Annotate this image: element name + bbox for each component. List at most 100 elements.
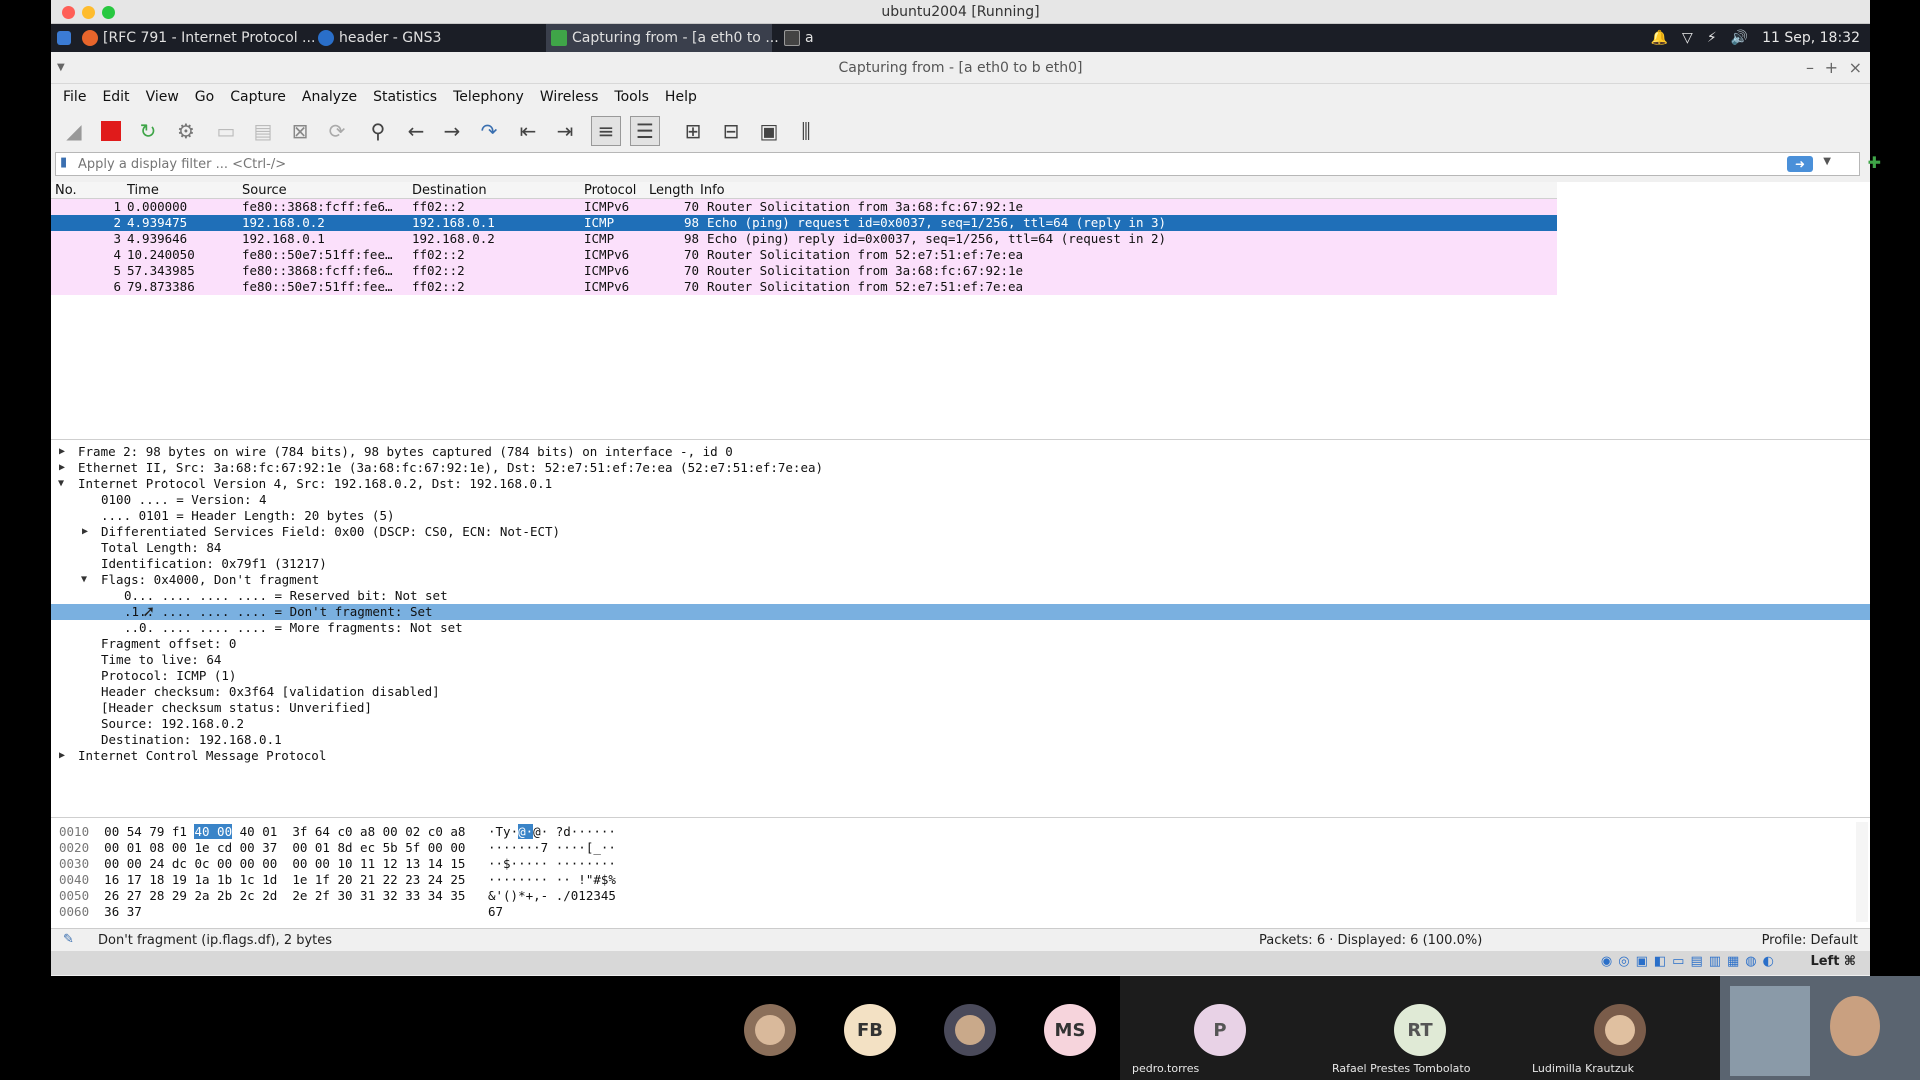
column-info[interactable]: Info	[700, 183, 725, 198]
hex-row[interactable]: 0050 26 27 28 29 2a 2b 2c 2d 2e 2f 30 31…	[59, 888, 616, 904]
zoom-out-icon[interactable]: ⊟	[716, 116, 746, 146]
expand-arrow-icon[interactable]: ▶	[59, 444, 65, 460]
packet-row[interactable]: 5 57.343985 fe80::3868:fcff:fe6… ff02::2…	[51, 263, 1557, 279]
menu-analyze[interactable]: Analyze	[302, 84, 357, 110]
menu-edit[interactable]: Edit	[102, 84, 129, 110]
packet-row[interactable]: 4 10.240050 fe80::50e7:51ff:fee… ff02::2…	[51, 247, 1557, 263]
tree-item[interactable]: Source: 192.168.0.2	[51, 716, 1870, 732]
minimize-button[interactable]: –	[1806, 58, 1814, 77]
start-capture-icon[interactable]: ◢	[59, 116, 89, 146]
last-packet-icon[interactable]: ⇥	[550, 116, 580, 146]
participant-avatar[interactable]	[944, 1004, 996, 1056]
expand-arrow-icon[interactable]: ▶	[82, 524, 88, 540]
participant-video[interactable]	[1720, 976, 1920, 1080]
menu-wireless[interactable]: Wireless	[540, 84, 599, 110]
bytes-scrollbar[interactable]	[1856, 822, 1868, 922]
close-button[interactable]: ×	[1849, 58, 1862, 77]
resize-columns-icon[interactable]: ⫼	[791, 116, 821, 146]
capture-options-icon[interactable]: ⚙	[171, 116, 201, 146]
column-no[interactable]: No.	[55, 183, 77, 198]
colorize-icon[interactable]: ☰	[630, 116, 660, 146]
hex-row[interactable]: 0060 36 37 67	[59, 904, 503, 920]
column-protocol[interactable]: Protocol	[584, 183, 636, 198]
taskbar-item-firefox[interactable]: [RFC 791 - Internet Protocol ...	[77, 24, 315, 52]
expand-arrow-icon[interactable]: ▶	[59, 748, 65, 764]
notification-icon[interactable]: 🔔	[1651, 24, 1668, 52]
menu-statistics[interactable]: Statistics	[373, 84, 437, 110]
collapse-arrow-icon[interactable]: ▼	[81, 572, 87, 588]
column-time[interactable]: Time	[127, 183, 159, 198]
participant-avatar[interactable]: FB	[844, 1004, 896, 1056]
participant-avatar[interactable]: RT	[1394, 1004, 1446, 1056]
vm-device-icons[interactable]: ◉◎▣◧▭▤▥▦◍◐	[1601, 954, 1780, 969]
tree-item[interactable]: ▶ Ethernet II, Src: 3a:68:fc:67:92:1e (3a…	[51, 460, 1870, 476]
save-file-icon[interactable]: ▤	[248, 116, 278, 146]
participant-avatar[interactable]: P	[1194, 1004, 1246, 1056]
taskbar-item-wireshark[interactable]: Capturing from - [a eth0 to ...	[546, 24, 779, 52]
tree-item[interactable]: ▶ Frame 2: 98 bytes on wire (784 bits), 9…	[51, 444, 1870, 460]
packet-row-selected[interactable]: 2 4.939475 192.168.0.2 192.168.0.1 ICMP …	[51, 215, 1557, 231]
participant-avatar[interactable]	[1594, 1004, 1646, 1056]
tree-item[interactable]: .... 0101 = Header Length: 20 bytes (5)	[51, 508, 1870, 524]
apply-filter-button[interactable]: ➜	[1787, 156, 1813, 172]
tree-item[interactable]: Fragment offset: 0	[51, 636, 1870, 652]
first-packet-icon[interactable]: ⇤	[513, 116, 543, 146]
hex-row[interactable]: 0040 16 17 18 19 1a 1b 1c 1d 1e 1f 20 21…	[59, 872, 616, 888]
tree-item[interactable]: Total Length: 84	[51, 540, 1870, 556]
tree-item[interactable]: Identification: 0x79f1 (31217)	[51, 556, 1870, 572]
tree-item-selected[interactable]: .1.. .... .... .... = Don't fragment: Se…	[51, 604, 1870, 620]
tree-item[interactable]: 0100 .... = Version: 4	[51, 492, 1870, 508]
menu-capture[interactable]: Capture	[230, 84, 286, 110]
tree-item[interactable]: 0... .... .... .... = Reserved bit: Not …	[51, 588, 1870, 604]
volume-icon[interactable]: 🔊	[1731, 24, 1748, 52]
normal-size-icon[interactable]: ▣	[754, 116, 784, 146]
tree-item[interactable]: Protocol: ICMP (1)	[51, 668, 1870, 684]
packet-row[interactable]: 3 4.939646 192.168.0.1 192.168.0.2 ICMP …	[51, 231, 1557, 247]
add-filter-button[interactable]: ✚	[1868, 153, 1881, 172]
clock[interactable]: 11 Sep, 18:32	[1762, 24, 1860, 52]
tree-item[interactable]: ▶ Differentiated Services Field: 0x00 (DS…	[51, 524, 1870, 540]
open-file-icon[interactable]: ▭	[211, 116, 241, 146]
tree-item[interactable]: Time to live: 64	[51, 652, 1870, 668]
packet-row[interactable]: 1 0.000000 fe80::3868:fcff:fe6… ff02::2 …	[51, 199, 1557, 215]
maximize-button[interactable]: +	[1825, 58, 1838, 77]
menu-view[interactable]: View	[146, 84, 179, 110]
menu-tools[interactable]: Tools	[614, 84, 649, 110]
taskbar-item-gns3[interactable]: header - GNS3	[313, 24, 493, 52]
host-key-indicator[interactable]: Left ⌘	[1810, 954, 1856, 969]
tree-item[interactable]: ▼ Flags: 0x4000, Don't fragment	[51, 572, 1870, 588]
autoscroll-icon[interactable]: ≡	[591, 116, 621, 146]
participant-avatar[interactable]	[744, 1004, 796, 1056]
taskbar-item-terminal[interactable]: a	[779, 24, 839, 52]
column-source[interactable]: Source	[242, 183, 287, 198]
column-destination[interactable]: Destination	[412, 183, 487, 198]
tree-item[interactable]: [Header checksum status: Unverified]	[51, 700, 1870, 716]
filter-history-dropdown[interactable]: ▼	[1823, 156, 1831, 167]
hex-row[interactable]: 0020 00 01 08 00 1e cd 00 37 00 01 8d ec…	[59, 840, 616, 856]
collapse-arrow-icon[interactable]: ▼	[58, 476, 64, 492]
app-menu-button[interactable]	[51, 24, 77, 52]
packet-row[interactable]: 6 79.873386 fe80::50e7:51ff:fee… ff02::2…	[51, 279, 1557, 295]
go-back-icon[interactable]: ←	[401, 116, 431, 146]
bookmark-icon[interactable]: ▮	[60, 155, 67, 170]
wifi-icon[interactable]: ▽	[1682, 24, 1693, 52]
column-length[interactable]: Length	[649, 183, 694, 198]
hex-row[interactable]: 0030 00 00 24 dc 0c 00 00 00 00 00 10 11…	[59, 856, 616, 872]
close-file-icon[interactable]: ⊠	[285, 116, 315, 146]
tree-item[interactable]: ..0. .... .... .... = More fragments: No…	[51, 620, 1870, 636]
find-packet-icon[interactable]: ⚲	[363, 116, 393, 146]
profile-status[interactable]: Profile: Default	[1762, 933, 1858, 948]
menu-telephony[interactable]: Telephony	[453, 84, 524, 110]
tree-item[interactable]: ▼ Internet Protocol Version 4, Src: 192.1…	[51, 476, 1870, 492]
expert-info-icon[interactable]: ✎	[63, 932, 74, 947]
menu-file[interactable]: File	[63, 84, 86, 110]
menu-help[interactable]: Help	[665, 84, 697, 110]
tree-item[interactable]: Destination: 192.168.0.1	[51, 732, 1870, 748]
menu-go[interactable]: Go	[195, 84, 214, 110]
expand-arrow-icon[interactable]: ▶	[59, 460, 65, 476]
reload-file-icon[interactable]: ⟳	[322, 116, 352, 146]
stop-capture-button[interactable]	[96, 116, 126, 146]
hex-row[interactable]: 0010 00 54 79 f1 40 00 40 01 3f 64 c0 a8…	[59, 824, 616, 840]
tree-item[interactable]: ▶ Internet Control Message Protocol	[51, 748, 1870, 764]
go-forward-icon[interactable]: →	[437, 116, 467, 146]
